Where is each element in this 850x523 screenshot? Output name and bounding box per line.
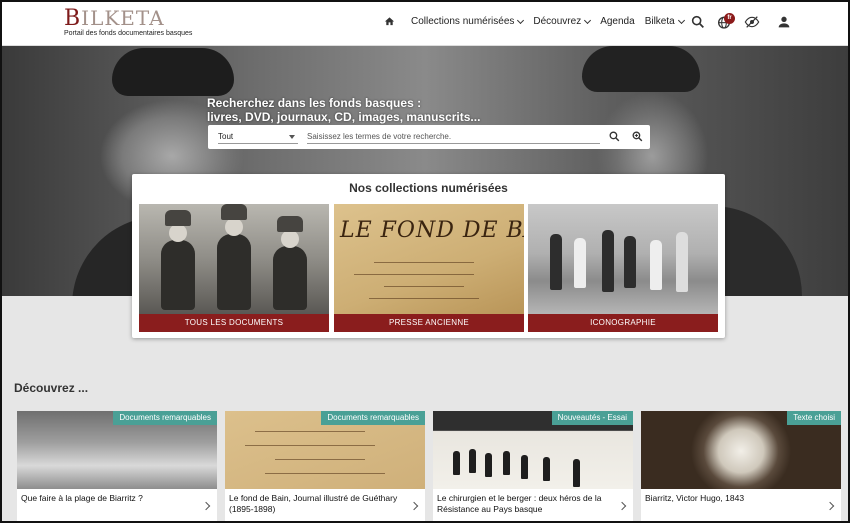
photo-figure (574, 238, 586, 288)
photo-figure (650, 240, 662, 290)
photo-figure (602, 230, 614, 292)
chevron-right-icon (409, 501, 419, 511)
search-icon[interactable] (608, 130, 621, 143)
collection-label: PRESSE ANCIENNE (334, 314, 524, 332)
photo-figure (503, 451, 510, 475)
category-tag: Nouveautés - Essai (551, 411, 633, 425)
user-icon[interactable] (776, 14, 792, 30)
photo-figure (453, 451, 460, 475)
main-nav: Collections numérisées Découvrez Agenda … (384, 16, 694, 27)
search-scope-select[interactable]: Tout (218, 129, 298, 144)
caret-down-icon (289, 135, 295, 139)
collection-label: ICONOGRAPHIE (528, 314, 718, 332)
collection-image-press: LE FOND DE BAIN (334, 204, 524, 314)
nav-label: Découvrez (533, 16, 582, 27)
photo-figure (273, 216, 307, 310)
collection-label: TOUS LES DOCUMENTS (139, 314, 329, 332)
nav-label: Bilketa (644, 16, 675, 27)
photo-figure (550, 234, 562, 290)
category-tag: Texte choisi (787, 411, 841, 425)
nav-home[interactable] (384, 16, 395, 27)
chevron-right-icon (825, 501, 835, 511)
nav-collections-numerisees[interactable]: Collections numérisées (411, 16, 525, 27)
search-bar: Tout (208, 125, 650, 149)
photo-figure (161, 210, 195, 310)
photo-figure (676, 232, 688, 292)
photo-figure (521, 455, 528, 479)
search-input[interactable] (307, 129, 600, 144)
collection-card-tous-les-documents[interactable]: TOUS LES DOCUMENTS (139, 204, 329, 332)
press-image-title: LE FOND DE BAIN (340, 218, 524, 243)
press-text-line (275, 459, 365, 460)
photo-figure (217, 204, 251, 310)
collection-card-presse-ancienne[interactable]: LE FOND DE BAIN PRESSE ANCIENNE (334, 204, 524, 332)
nav-decouvrez[interactable]: Découvrez (533, 16, 592, 27)
advanced-search-icon[interactable] (631, 130, 644, 143)
site-logo[interactable]: BILKETA Portail des fonds documentaires … (64, 6, 193, 38)
discover-card-fond-de-bain[interactable]: Documents remarquables Le fond de Bain, … (225, 411, 425, 521)
language-badge[interactable]: fr (724, 13, 735, 24)
logo-subtitle: Portail des fonds documentaires basques (64, 30, 193, 37)
discover-title: Découvrez ... (14, 381, 89, 395)
nav-label: Agenda (600, 16, 635, 27)
collection-image-dancers (139, 204, 329, 314)
collection-image-beach (528, 204, 718, 314)
photo-figure (485, 453, 492, 477)
accessibility-eye-icon[interactable] (744, 14, 760, 30)
discover-card-chirurgien-berger[interactable]: Nouveautés - Essai Le chirurgien et le b… (433, 411, 633, 521)
collections-panel: Nos collections numérisées TOUS LES DOCU… (132, 174, 725, 338)
photo-figure (624, 236, 636, 288)
home-icon (384, 17, 395, 26)
discover-card-plage-biarritz[interactable]: Documents remarquables Que faire à la pl… (17, 411, 217, 521)
discover-caption: Que faire à la plage de Biarritz ? (21, 493, 143, 503)
collections-title: Nos collections numérisées (349, 181, 508, 195)
nav-agenda[interactable]: Agenda (600, 16, 634, 27)
photo-figure (543, 457, 550, 481)
hero-title-line: livres, DVD, journaux, CD, images, manus… (207, 110, 481, 124)
discover-caption: Biarritz, Victor Hugo, 1843 (645, 493, 745, 503)
page-frame: BILKETA Portail des fonds documentaires … (0, 0, 850, 523)
discover-caption: Le chirurgien et le berger : deux héros … (437, 493, 602, 514)
discover-card-victor-hugo[interactable]: Texte choisi Biarritz, Victor Hugo, 1843 (641, 411, 841, 521)
press-text-line (384, 286, 464, 287)
discover-section: Découvrez ... Documents remarquables Que… (2, 359, 848, 521)
search-icon[interactable] (690, 14, 706, 30)
photo-figure (573, 459, 580, 487)
search-scope-value: Tout (218, 132, 234, 141)
chevron-down-icon (677, 16, 685, 24)
nav-bilketa[interactable]: Bilketa (644, 16, 685, 27)
logo-initial: B (64, 6, 82, 31)
logo-wordmark: BILKETA (64, 6, 192, 31)
chevron-down-icon (517, 16, 525, 24)
nav-label: Collections numérisées (411, 16, 515, 27)
hero-photo-figure (582, 46, 700, 92)
chevron-right-icon (617, 501, 627, 511)
chevron-right-icon (201, 501, 211, 511)
press-text-line (265, 473, 385, 474)
press-text-line (245, 445, 375, 446)
photo-figure (469, 449, 476, 473)
logo-word-rest: ILKETA (81, 6, 165, 30)
category-tag: Documents remarquables (113, 411, 217, 425)
press-text-line (374, 262, 474, 263)
press-text-line (354, 274, 474, 275)
chevron-down-icon (584, 16, 592, 24)
discover-caption: Le fond de Bain, Journal illustré de Gué… (229, 493, 398, 514)
hero-title-line: Recherchez dans les fonds basques : (207, 96, 422, 110)
top-navigation-bar: BILKETA Portail des fonds documentaires … (2, 2, 848, 46)
collection-card-iconographie[interactable]: ICONOGRAPHIE (528, 204, 718, 332)
category-tag: Documents remarquables (321, 411, 425, 425)
hero-title: Recherchez dans les fonds basques : livr… (207, 96, 480, 124)
press-text-line (369, 298, 479, 299)
press-text-line (255, 431, 365, 432)
hero-photo-figure (112, 48, 234, 96)
